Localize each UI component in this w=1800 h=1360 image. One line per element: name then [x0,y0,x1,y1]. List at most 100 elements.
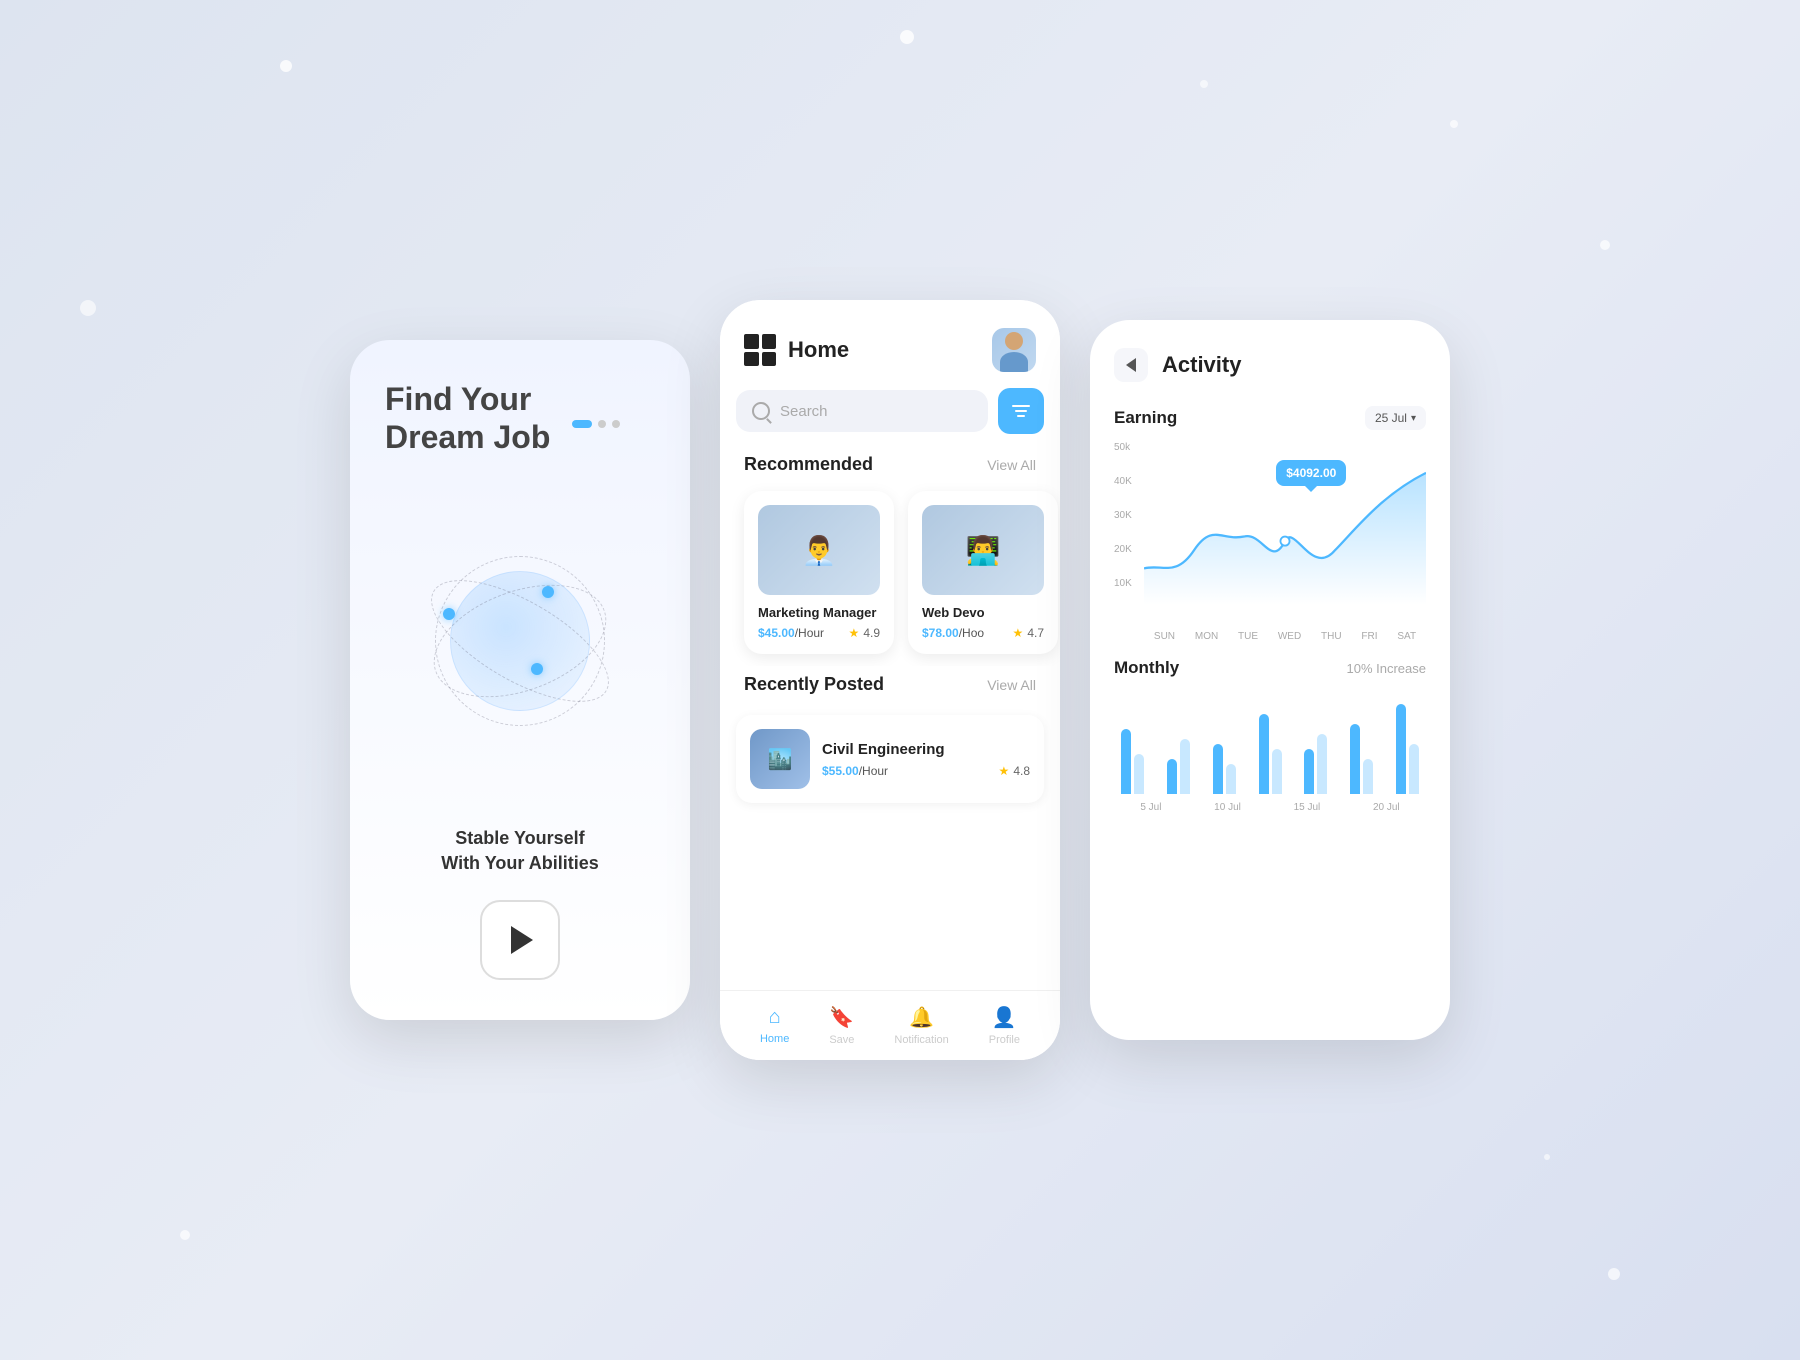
bar-pair-5 [1304,734,1327,794]
activity-header: Activity [1114,348,1426,382]
nav-save[interactable]: 🔖 Save [829,1005,854,1046]
bar-x-label-1: 5 Jul [1140,802,1161,813]
recommended-view-all[interactable]: View All [987,457,1036,473]
bottom-nav: ⌂ Home 🔖 Save 🔔 Notification 👤 Profile [720,990,1060,1060]
chart-dot [1280,537,1289,546]
recently-posted-title: Recently Posted [744,674,884,695]
phone-home: Home Search [720,300,1060,1060]
avatar[interactable] [992,328,1036,372]
globe-area [385,477,655,806]
nav-save-label: Save [829,1034,854,1046]
job-card-bottom-2: $78.00/Hoo ★ 4.7 [922,626,1044,640]
nav-notification[interactable]: 🔔 Notification [894,1005,948,1046]
x-label-mon: MON [1195,631,1218,642]
filter-button[interactable] [998,388,1044,434]
recently-posted-header: Recently Posted View All [720,666,1060,703]
x-label-fri: FRI [1361,631,1377,642]
job-card-rating-1: ★ 4.9 [849,626,880,640]
bar-light-5 [1317,734,1327,794]
bar-dark-7 [1396,704,1406,794]
activity-title: Activity [1162,352,1241,378]
list-job-img-civil: 🏙️ [750,729,810,789]
splash-bottom: Stable Yourself With Your Abilities [385,826,655,980]
bar-group-2 [1160,739,1198,794]
star-icon-civil: ★ [999,764,1010,778]
bar-group-7 [1388,704,1426,794]
earning-title: Earning [1114,408,1177,428]
list-job-bottom-civil: $55.00/Hour ★ 4.8 [822,764,1030,778]
y-label-30k: 30K [1114,510,1132,521]
rating-value-civil: 4.8 [1013,764,1030,778]
y-label-50k: 50k [1114,442,1132,453]
tooltip-value: $4092.00 [1286,466,1336,480]
chart-y-labels: 50k 40K 30K 20K 10K [1114,442,1132,612]
y-label-20k: 20K [1114,544,1132,555]
phone-splash: Find Your Dream Job [350,340,690,1020]
save-nav-icon: 🔖 [829,1005,854,1030]
bar-dark-4 [1259,714,1269,794]
bar-light-3 [1226,764,1236,794]
job-card-marketing[interactable]: 👨‍💼 Marketing Manager $45.00/Hour ★ 4.9 [744,491,894,654]
orbit-3 [435,556,605,726]
pagination-dot1 [598,420,606,428]
avatar-body [1000,352,1028,372]
x-label-tue: TUE [1238,631,1258,642]
back-arrow-icon [1126,358,1136,372]
job-card-bottom-1: $45.00/Hour ★ 4.9 [758,626,880,640]
bar-group-6 [1343,724,1381,794]
job-card-rating-2: ★ 4.7 [1013,626,1044,640]
recommended-header: Recommended View All [720,446,1060,483]
chevron-down-icon: ▾ [1411,413,1416,424]
grid-icon[interactable] [744,334,776,366]
globe-container [410,531,630,751]
bar-light-1 [1134,754,1144,794]
job-card-title-2: Web Devo [922,605,1044,620]
date-badge[interactable]: 25 Jul ▾ [1365,406,1426,430]
phone-home-inner: Home Search [720,300,1060,1060]
monthly-header: Monthly 10% Increase [1114,658,1426,678]
back-button[interactable] [1114,348,1148,382]
play-icon [511,926,533,954]
search-bar[interactable]: Search [736,390,988,432]
recommended-title: Recommended [744,454,873,475]
rating-value-2: 4.7 [1027,626,1044,640]
job-img-placeholder-2: 👨‍💻 [922,505,1044,595]
nav-home[interactable]: ⌂ Home [760,1006,789,1045]
bar-group-5 [1297,734,1335,794]
splash-subtitle-line2: With Your Abilities [441,851,599,876]
phones-container: Find Your Dream Job [350,300,1450,1060]
avatar-head [1005,332,1023,350]
bar-pair-4 [1259,714,1282,794]
bar-dark-2 [1167,759,1177,794]
bar-chart [1114,694,1426,794]
nav-profile[interactable]: 👤 Profile [989,1005,1020,1046]
nav-home-label: Home [760,1033,789,1045]
search-row: Search [736,388,1044,434]
bar-light-4 [1272,749,1282,794]
list-job-civil[interactable]: 🏙️ Civil Engineering $55.00/Hour ★ 4.8 [736,715,1044,803]
play-button[interactable] [480,900,560,980]
bar-pair-7 [1396,704,1419,794]
job-card-webdev[interactable]: 👨‍💻 Web Devo $78.00/Hoo ★ 4.7 [908,491,1058,654]
bar-x-label-2: 10 Jul [1214,802,1241,813]
y-label-40k: 40K [1114,476,1132,487]
recently-posted-list: 🏙️ Civil Engineering $55.00/Hour ★ 4.8 [720,703,1060,815]
bar-light-7 [1409,744,1419,794]
bar-dark-3 [1213,744,1223,794]
splash-title-line1: Find Your [385,380,655,418]
bar-dark-6 [1350,724,1360,794]
pagination-active [572,420,592,428]
list-job-info-civil: Civil Engineering $55.00/Hour ★ 4.8 [822,741,1030,778]
bar-x-labels: 5 Jul 10 Jul 15 Jul 20 Jul [1114,802,1426,813]
job-card-img-1: 👨‍💼 [758,505,880,595]
search-icon [752,402,770,420]
avatar-person [999,332,1029,372]
pagination [572,420,620,428]
pagination-dot2 [612,420,620,428]
job-card-price-1: $45.00/Hour [758,626,824,640]
phone-activity: Activity Earning 25 Jul ▾ 50k 40K 30K 20… [1090,320,1450,1040]
monthly-section: Monthly 10% Increase [1114,658,1426,1012]
bar-group-3 [1205,744,1243,794]
nav-profile-label: Profile [989,1034,1020,1046]
recently-posted-view-all[interactable]: View All [987,677,1036,693]
